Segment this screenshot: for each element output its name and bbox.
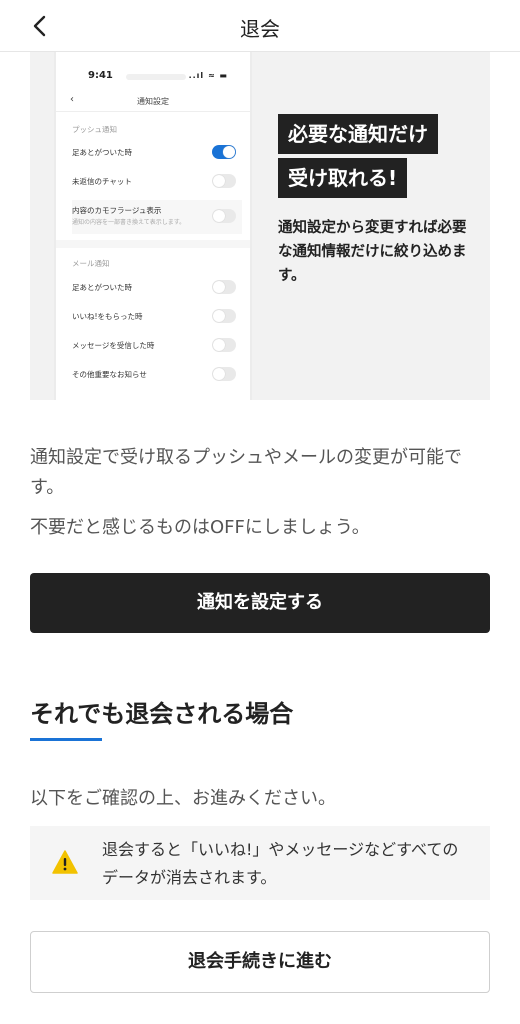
phone-toggle-off [212, 209, 236, 223]
notification-tip-text: 不要だと感じるものはOFFにしましょう。 [30, 517, 370, 538]
phone-mockup: 9:41 ..ıl ≈ ▬ ‹ 通知設定 プッシュ通知 足あとがついた時 未返信… [54, 52, 252, 400]
proceed-withdrawal-button[interactable]: 退会手続きに進む [30, 931, 490, 993]
phone-row-label: メッセージを受信した時 [72, 341, 155, 350]
phone-toggle-off [212, 309, 236, 323]
confirm-text: 以下をご確認の上、お進みください。 [30, 788, 336, 809]
phone-push-section-label: プッシュ通知 [72, 125, 117, 134]
phone-push-row: 足あとがついた時 [72, 142, 242, 162]
warning-box: 退会すると「いいね!」やメッセージなどすべてのデータが消去されます。 [30, 826, 490, 900]
phone-divider [56, 240, 250, 248]
promo-banner: 9:41 ..ıl ≈ ▬ ‹ 通知設定 プッシュ通知 足あとがついた時 未返信… [30, 52, 490, 400]
warning-text: 退会すると「いいね!」やメッセージなどすべてのデータが消去されます。 [102, 840, 459, 887]
heading-underline [30, 738, 102, 741]
phone-row-label: その他重要なお知らせ [72, 370, 147, 379]
notification-settings-button[interactable]: 通知を設定する [30, 573, 490, 633]
phone-row-label: いいね!をもらった時 [72, 312, 143, 321]
phone-mail-row: 足あとがついた時 [72, 277, 242, 297]
promo-headline-1: 必要な通知だけ [278, 114, 438, 154]
phone-row-sublabel: 通知の内容を一部書き換えて表示します。 [72, 219, 186, 226]
phone-status-icons: ..ıl ≈ ▬ [188, 71, 228, 80]
phone-toggle-off [212, 367, 236, 381]
phone-toggle-off [212, 174, 236, 188]
withdraw-heading: それでも退会される場合 [30, 700, 294, 728]
promo-description: 通知設定から変更すれば必要な通知情報だけに絞り込めます。 [278, 220, 467, 284]
notification-info-text: 通知設定で受け取るプッシュやメールの変更が可能です。 [30, 447, 462, 498]
phone-row-label: 足あとがついた時 [72, 283, 132, 292]
phone-mail-row: いいね!をもらった時 [72, 306, 242, 326]
phone-row-label: 未返信のチャット [72, 177, 132, 186]
app-header: 退会 [0, 0, 520, 52]
phone-mail-row: メッセージを受信した時 [72, 335, 242, 355]
warning-icon [52, 850, 78, 874]
phone-toggle-off [212, 338, 236, 352]
phone-toggle-off [212, 280, 236, 294]
phone-push-row: 内容のカモフラージュ表示 通知の内容を一部書き換えて表示します。 [72, 200, 242, 234]
phone-mail-section-label: メール通知 [72, 259, 110, 268]
promo-headline-2: 受け取れる! [278, 158, 408, 198]
phone-row-label: 内容のカモフラージュ表示 [72, 206, 162, 215]
phone-status-bar: 9:41 ..ıl ≈ ▬ [56, 70, 250, 86]
page-title: 退会 [240, 17, 280, 41]
phone-nav-bar: ‹ 通知設定 [56, 92, 250, 112]
phone-notch [126, 74, 186, 80]
phone-push-row: 未返信のチャット [72, 171, 242, 191]
phone-mail-row: その他重要なお知らせ [72, 364, 242, 384]
phone-screen-title: 通知設定 [137, 97, 169, 106]
phone-row-label: 足あとがついた時 [72, 148, 132, 157]
phone-toggle-on [212, 145, 236, 159]
phone-time: 9:41 [88, 70, 113, 81]
